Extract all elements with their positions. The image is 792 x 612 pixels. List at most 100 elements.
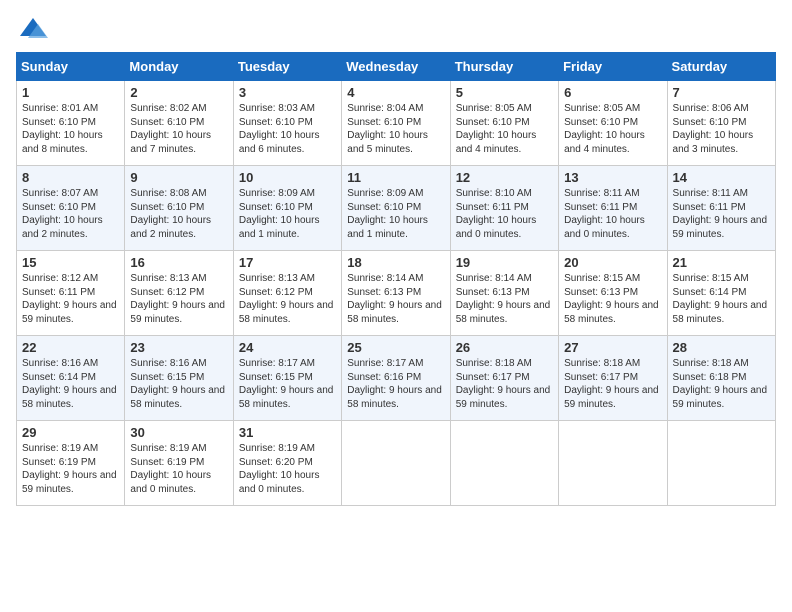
logo-icon (18, 16, 48, 40)
day-number: 17 (239, 255, 336, 270)
calendar-cell: 2 Sunrise: 8:02 AM Sunset: 6:10 PM Dayli… (125, 81, 233, 166)
calendar-cell: 26 Sunrise: 8:18 AM Sunset: 6:17 PM Dayl… (450, 336, 558, 421)
cell-content: Sunrise: 8:13 AM Sunset: 6:12 PM Dayligh… (239, 272, 336, 326)
day-number: 21 (673, 255, 770, 270)
cell-content: Sunrise: 8:10 AM Sunset: 6:11 PM Dayligh… (456, 187, 553, 241)
day-number: 26 (456, 340, 553, 355)
calendar-cell: 20 Sunrise: 8:15 AM Sunset: 6:13 PM Dayl… (559, 251, 667, 336)
header-cell-thursday: Thursday (450, 53, 558, 81)
header-cell-sunday: Sunday (17, 53, 125, 81)
cell-content: Sunrise: 8:11 AM Sunset: 6:11 PM Dayligh… (564, 187, 661, 241)
calendar-cell (450, 421, 558, 506)
calendar-cell: 16 Sunrise: 8:13 AM Sunset: 6:12 PM Dayl… (125, 251, 233, 336)
cell-content: Sunrise: 8:07 AM Sunset: 6:10 PM Dayligh… (22, 187, 119, 241)
calendar-cell (342, 421, 450, 506)
day-number: 24 (239, 340, 336, 355)
day-number: 20 (564, 255, 661, 270)
day-number: 14 (673, 170, 770, 185)
calendar-cell: 15 Sunrise: 8:12 AM Sunset: 6:11 PM Dayl… (17, 251, 125, 336)
calendar-week-4: 22 Sunrise: 8:16 AM Sunset: 6:14 PM Dayl… (17, 336, 776, 421)
day-number: 16 (130, 255, 227, 270)
day-number: 25 (347, 340, 444, 355)
calendar-week-3: 15 Sunrise: 8:12 AM Sunset: 6:11 PM Dayl… (17, 251, 776, 336)
cell-content: Sunrise: 8:05 AM Sunset: 6:10 PM Dayligh… (564, 102, 661, 156)
cell-content: Sunrise: 8:17 AM Sunset: 6:16 PM Dayligh… (347, 357, 444, 411)
cell-content: Sunrise: 8:17 AM Sunset: 6:15 PM Dayligh… (239, 357, 336, 411)
cell-content: Sunrise: 8:19 AM Sunset: 6:19 PM Dayligh… (130, 442, 227, 496)
cell-content: Sunrise: 8:14 AM Sunset: 6:13 PM Dayligh… (456, 272, 553, 326)
calendar-cell: 29 Sunrise: 8:19 AM Sunset: 6:19 PM Dayl… (17, 421, 125, 506)
cell-content: Sunrise: 8:15 AM Sunset: 6:13 PM Dayligh… (564, 272, 661, 326)
day-number: 29 (22, 425, 119, 440)
calendar-cell: 3 Sunrise: 8:03 AM Sunset: 6:10 PM Dayli… (233, 81, 341, 166)
cell-content: Sunrise: 8:11 AM Sunset: 6:11 PM Dayligh… (673, 187, 770, 241)
cell-content: Sunrise: 8:19 AM Sunset: 6:19 PM Dayligh… (22, 442, 119, 496)
header-cell-tuesday: Tuesday (233, 53, 341, 81)
day-number: 6 (564, 85, 661, 100)
day-number: 23 (130, 340, 227, 355)
cell-content: Sunrise: 8:14 AM Sunset: 6:13 PM Dayligh… (347, 272, 444, 326)
day-number: 18 (347, 255, 444, 270)
day-number: 9 (130, 170, 227, 185)
calendar-cell: 24 Sunrise: 8:17 AM Sunset: 6:15 PM Dayl… (233, 336, 341, 421)
day-number: 2 (130, 85, 227, 100)
day-number: 27 (564, 340, 661, 355)
calendar-cell: 18 Sunrise: 8:14 AM Sunset: 6:13 PM Dayl… (342, 251, 450, 336)
day-number: 15 (22, 255, 119, 270)
cell-content: Sunrise: 8:05 AM Sunset: 6:10 PM Dayligh… (456, 102, 553, 156)
day-number: 12 (456, 170, 553, 185)
day-number: 13 (564, 170, 661, 185)
day-number: 7 (673, 85, 770, 100)
calendar-header: SundayMondayTuesdayWednesdayThursdayFrid… (17, 53, 776, 81)
calendar-cell: 30 Sunrise: 8:19 AM Sunset: 6:19 PM Dayl… (125, 421, 233, 506)
day-number: 10 (239, 170, 336, 185)
day-number: 1 (22, 85, 119, 100)
cell-content: Sunrise: 8:18 AM Sunset: 6:17 PM Dayligh… (564, 357, 661, 411)
calendar-week-1: 1 Sunrise: 8:01 AM Sunset: 6:10 PM Dayli… (17, 81, 776, 166)
calendar-cell: 27 Sunrise: 8:18 AM Sunset: 6:17 PM Dayl… (559, 336, 667, 421)
day-number: 4 (347, 85, 444, 100)
calendar-table: SundayMondayTuesdayWednesdayThursdayFrid… (16, 52, 776, 506)
calendar-cell: 10 Sunrise: 8:09 AM Sunset: 6:10 PM Dayl… (233, 166, 341, 251)
calendar-cell (559, 421, 667, 506)
cell-content: Sunrise: 8:08 AM Sunset: 6:10 PM Dayligh… (130, 187, 227, 241)
day-number: 3 (239, 85, 336, 100)
calendar-cell: 28 Sunrise: 8:18 AM Sunset: 6:18 PM Dayl… (667, 336, 775, 421)
day-number: 22 (22, 340, 119, 355)
cell-content: Sunrise: 8:03 AM Sunset: 6:10 PM Dayligh… (239, 102, 336, 156)
calendar-cell: 21 Sunrise: 8:15 AM Sunset: 6:14 PM Dayl… (667, 251, 775, 336)
calendar-cell: 5 Sunrise: 8:05 AM Sunset: 6:10 PM Dayli… (450, 81, 558, 166)
cell-content: Sunrise: 8:16 AM Sunset: 6:14 PM Dayligh… (22, 357, 119, 411)
cell-content: Sunrise: 8:12 AM Sunset: 6:11 PM Dayligh… (22, 272, 119, 326)
page-header (16, 16, 776, 40)
cell-content: Sunrise: 8:19 AM Sunset: 6:20 PM Dayligh… (239, 442, 336, 496)
day-number: 8 (22, 170, 119, 185)
calendar-cell: 1 Sunrise: 8:01 AM Sunset: 6:10 PM Dayli… (17, 81, 125, 166)
header-cell-friday: Friday (559, 53, 667, 81)
calendar-cell: 4 Sunrise: 8:04 AM Sunset: 6:10 PM Dayli… (342, 81, 450, 166)
cell-content: Sunrise: 8:09 AM Sunset: 6:10 PM Dayligh… (239, 187, 336, 241)
calendar-cell: 31 Sunrise: 8:19 AM Sunset: 6:20 PM Dayl… (233, 421, 341, 506)
calendar-body: 1 Sunrise: 8:01 AM Sunset: 6:10 PM Dayli… (17, 81, 776, 506)
calendar-cell: 9 Sunrise: 8:08 AM Sunset: 6:10 PM Dayli… (125, 166, 233, 251)
day-number: 19 (456, 255, 553, 270)
cell-content: Sunrise: 8:18 AM Sunset: 6:17 PM Dayligh… (456, 357, 553, 411)
cell-content: Sunrise: 8:01 AM Sunset: 6:10 PM Dayligh… (22, 102, 119, 156)
calendar-cell: 14 Sunrise: 8:11 AM Sunset: 6:11 PM Dayl… (667, 166, 775, 251)
day-number: 31 (239, 425, 336, 440)
cell-content: Sunrise: 8:18 AM Sunset: 6:18 PM Dayligh… (673, 357, 770, 411)
calendar-cell: 22 Sunrise: 8:16 AM Sunset: 6:14 PM Dayl… (17, 336, 125, 421)
header-cell-monday: Monday (125, 53, 233, 81)
cell-content: Sunrise: 8:16 AM Sunset: 6:15 PM Dayligh… (130, 357, 227, 411)
calendar-cell: 13 Sunrise: 8:11 AM Sunset: 6:11 PM Dayl… (559, 166, 667, 251)
calendar-cell: 6 Sunrise: 8:05 AM Sunset: 6:10 PM Dayli… (559, 81, 667, 166)
header-cell-wednesday: Wednesday (342, 53, 450, 81)
header-row: SundayMondayTuesdayWednesdayThursdayFrid… (17, 53, 776, 81)
calendar-cell: 19 Sunrise: 8:14 AM Sunset: 6:13 PM Dayl… (450, 251, 558, 336)
cell-content: Sunrise: 8:13 AM Sunset: 6:12 PM Dayligh… (130, 272, 227, 326)
cell-content: Sunrise: 8:06 AM Sunset: 6:10 PM Dayligh… (673, 102, 770, 156)
calendar-cell: 23 Sunrise: 8:16 AM Sunset: 6:15 PM Dayl… (125, 336, 233, 421)
logo (16, 16, 50, 40)
calendar-cell: 17 Sunrise: 8:13 AM Sunset: 6:12 PM Dayl… (233, 251, 341, 336)
day-number: 28 (673, 340, 770, 355)
